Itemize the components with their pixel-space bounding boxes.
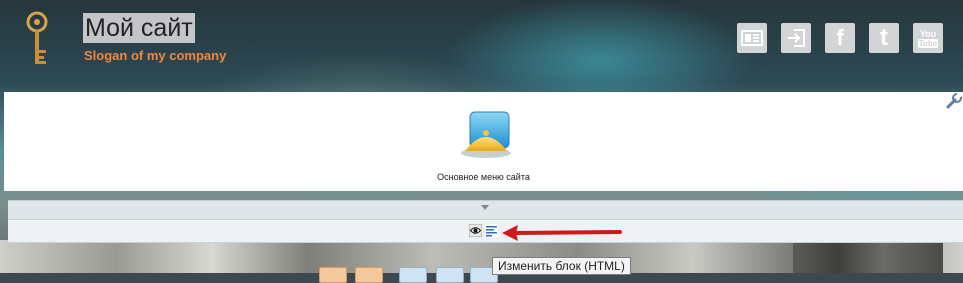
content-block: Основное меню сайта [4,92,963,191]
twitter-glyph: t [880,24,888,51]
site-header: Мой сайт Slogan of my company f t You Tu… [0,0,963,84]
eye-icon[interactable] [468,223,483,238]
youtube-glyph-bottom: Tube [917,38,939,48]
youtube-icon[interactable]: You Tube [913,23,943,53]
twitter-icon[interactable]: t [869,23,899,53]
toolbar-button-4[interactable] [436,267,464,283]
tooltip: Изменить блок (HTML) [492,257,631,275]
collapse-arrow-icon[interactable] [481,205,489,210]
key-logo-icon[interactable] [22,10,52,70]
login-icon[interactable] [781,23,811,53]
red-pointer-arrow [500,220,622,242]
facebook-icon[interactable]: f [825,23,855,53]
facebook-glyph: f [836,25,844,50]
toolbar-button-2[interactable] [355,267,383,283]
site-title[interactable]: Мой сайт [83,13,195,43]
menu-label[interactable]: Основное меню сайта [4,172,963,182]
site-slogan[interactable]: Slogan of my company [84,48,226,63]
youtube-glyph-top: You [919,28,937,39]
toolbar-button-1[interactable] [319,267,347,283]
toolbar-button-3[interactable] [399,267,427,283]
contact-card-icon[interactable] [737,23,767,53]
wrench-icon[interactable] [945,92,963,110]
block-divider-strip[interactable] [8,200,963,219]
edit-html-icon[interactable] [485,224,498,237]
block-admin-toolbar [8,219,963,243]
cloche-menu-icon[interactable] [459,111,517,159]
